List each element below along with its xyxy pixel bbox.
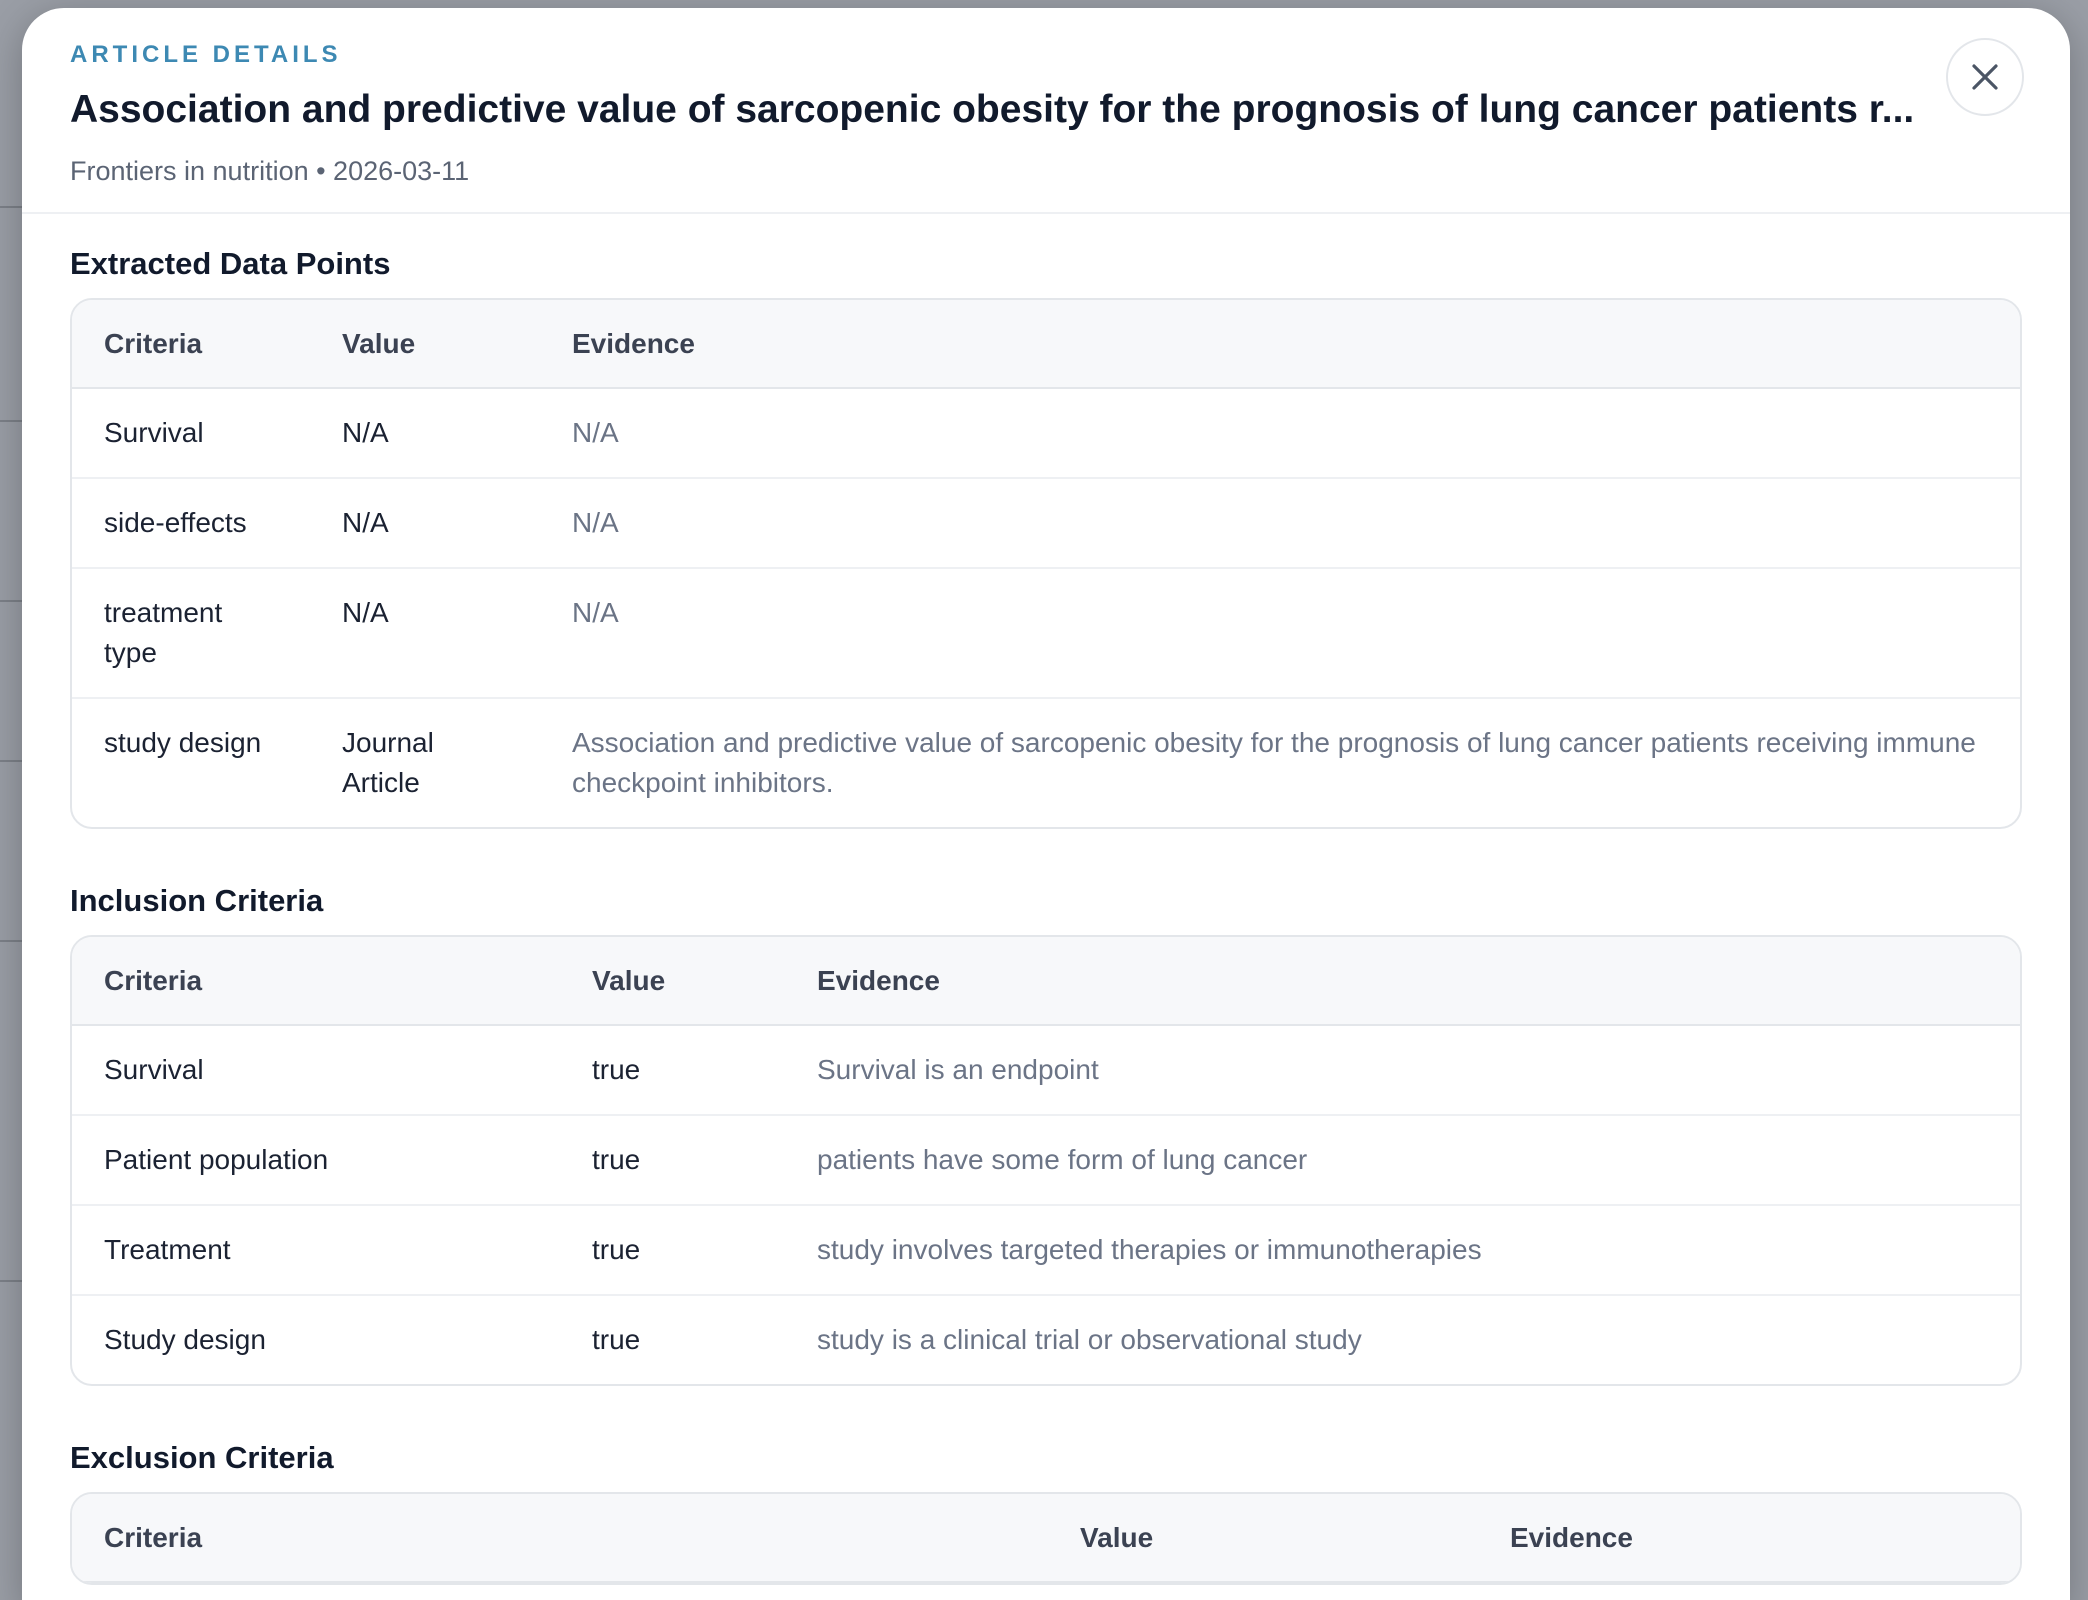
value-cell: N/A xyxy=(310,568,540,699)
backdrop-divider xyxy=(0,760,22,762)
article-details-modal: ARTICLE DETAILS Association and predicti… xyxy=(22,8,2070,1600)
column-header: Evidence xyxy=(540,300,2020,389)
exclusion-criteria-table: Criteria Value Evidence xyxy=(70,1492,2022,1585)
backdrop-divider xyxy=(0,206,22,208)
column-header: Criteria xyxy=(72,937,560,1026)
criteria-cell: study design xyxy=(104,727,262,758)
column-header: Value xyxy=(1048,1494,1478,1583)
value-cell: true xyxy=(560,1205,785,1296)
table-row: Treatment true study involves targeted t… xyxy=(72,1205,2020,1296)
column-header: Evidence xyxy=(1478,1494,2020,1583)
evidence-cell: patients have some form of lung cancer xyxy=(785,1115,2020,1206)
table-header-row: Criteria Value Evidence xyxy=(72,1494,2020,1583)
table-row: Study design true study is a clinical tr… xyxy=(72,1295,2020,1384)
column-header: Value xyxy=(560,937,785,1026)
value-cell: true xyxy=(560,1115,785,1206)
close-icon xyxy=(1972,64,1998,90)
value-cell: N/A xyxy=(310,388,540,479)
criteria-cell: Survival xyxy=(72,1025,560,1116)
evidence-cell: study is a clinical trial or observation… xyxy=(817,1324,1362,1355)
value-cell: N/A xyxy=(310,478,540,569)
table-row: Survival N/A N/A xyxy=(72,388,2020,479)
inclusion-criteria-table: Criteria Value Evidence Survival true Su… xyxy=(70,935,2022,1386)
modal-eyebrow: ARTICLE DETAILS xyxy=(70,41,342,68)
column-header: Evidence xyxy=(785,937,2020,1026)
article-meta: Frontiers in nutrition • 2026-03-11 xyxy=(70,156,470,186)
extracted-data-table: Criteria Value Evidence Survival N/A N/A… xyxy=(70,298,2022,829)
value-cell: true xyxy=(560,1025,785,1116)
evidence-cell: N/A xyxy=(540,478,2020,569)
table-header-row: Criteria Value Evidence xyxy=(72,300,2020,389)
criteria-cell: treatment type xyxy=(72,568,310,699)
backdrop-divider xyxy=(0,600,22,602)
article-title: Association and predictive value of sarc… xyxy=(70,88,1915,131)
table-row: side-effects N/A N/A xyxy=(72,478,2020,569)
table-row: study design Journal Article Association… xyxy=(72,698,2020,827)
criteria-cell: Study design xyxy=(104,1324,266,1355)
criteria-cell: Treatment xyxy=(72,1205,560,1296)
inclusion-criteria-heading: Inclusion Criteria xyxy=(70,883,324,918)
criteria-cell: Survival xyxy=(72,388,310,479)
extracted-data-heading: Extracted Data Points xyxy=(70,246,391,281)
criteria-cell: side-effects xyxy=(72,478,310,569)
table-row: treatment type N/A N/A xyxy=(72,568,2020,699)
close-button[interactable] xyxy=(1946,38,2024,116)
criteria-cell: Patient population xyxy=(72,1115,560,1206)
modal-body: Extracted Data Points Criteria Value Evi… xyxy=(22,214,2070,1585)
table-row: Patient population true patients have so… xyxy=(72,1115,2020,1206)
evidence-cell: Association and predictive value of sarc… xyxy=(572,727,1976,798)
backdrop-divider xyxy=(0,420,22,422)
column-header: Criteria xyxy=(72,1494,1048,1583)
backdrop-divider xyxy=(0,1280,22,1282)
table-row: Survival true Survival is an endpoint xyxy=(72,1025,2020,1116)
column-header: Criteria xyxy=(72,300,310,389)
evidence-cell: N/A xyxy=(540,388,2020,479)
table-header-row: Criteria Value Evidence xyxy=(72,937,2020,1026)
evidence-cell: study involves targeted therapies or imm… xyxy=(785,1205,2020,1296)
evidence-cell: Survival is an endpoint xyxy=(785,1025,2020,1116)
value-cell: true xyxy=(592,1324,641,1355)
modal-header: ARTICLE DETAILS Association and predicti… xyxy=(22,8,2070,214)
exclusion-criteria-heading: Exclusion Criteria xyxy=(70,1440,334,1475)
evidence-cell: N/A xyxy=(540,568,2020,699)
column-header: Value xyxy=(310,300,540,389)
backdrop-divider xyxy=(0,940,22,942)
value-cell: Journal Article xyxy=(342,727,434,798)
